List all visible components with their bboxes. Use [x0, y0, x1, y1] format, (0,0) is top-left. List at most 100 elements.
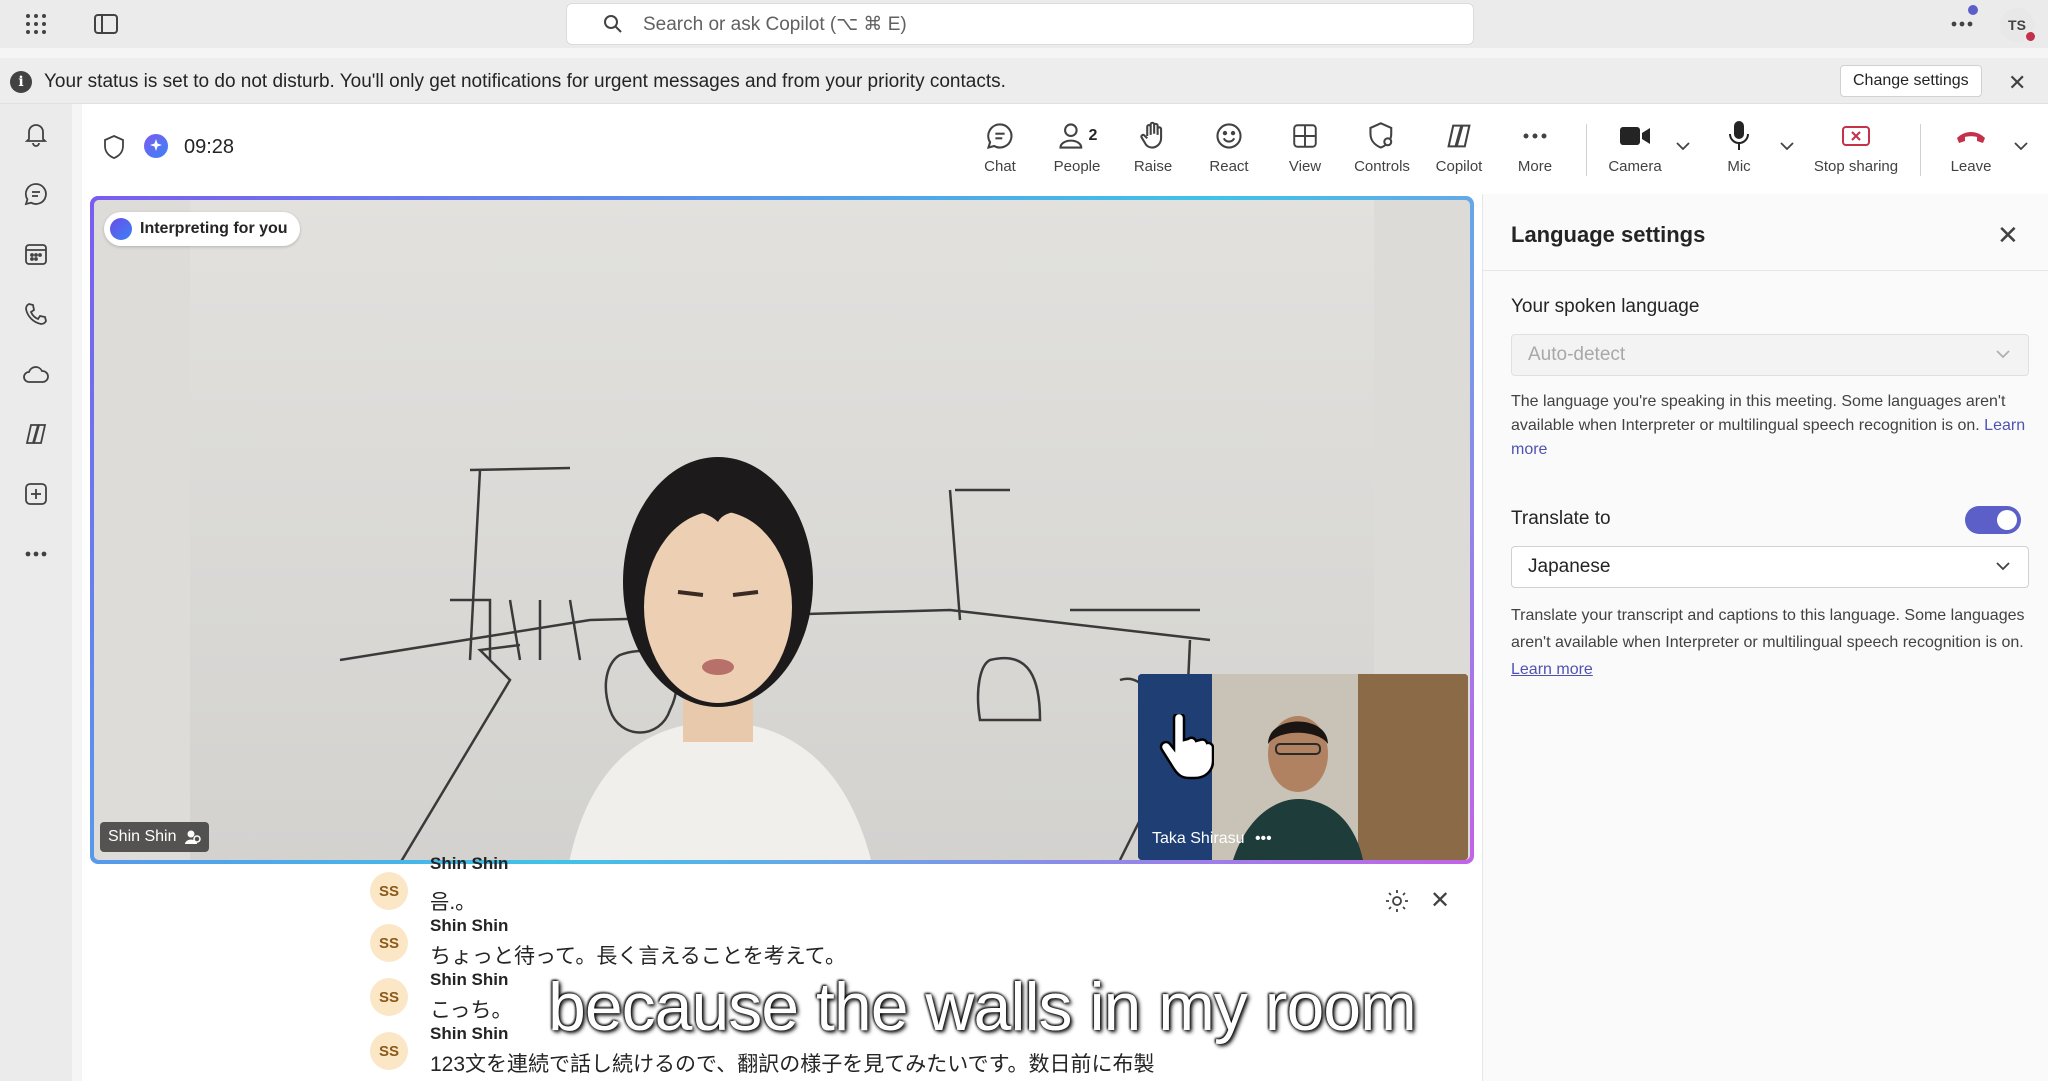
- spoken-language-value: Auto-detect: [1528, 344, 1626, 365]
- meeting-timer: 09:28: [184, 136, 235, 158]
- close-panel-icon[interactable]: ✕: [1997, 220, 2019, 251]
- spoken-language-select[interactable]: Auto-detect: [1511, 334, 2029, 376]
- close-banner-icon[interactable]: ✕: [2008, 70, 2026, 96]
- interpreter-icon[interactable]: [142, 132, 170, 165]
- transcript-avatar: SS: [370, 1032, 408, 1070]
- leave-label: Leave: [1950, 158, 1992, 175]
- chat-label: Chat: [984, 158, 1016, 175]
- stop-sharing-button[interactable]: Stop sharing: [1806, 118, 1906, 175]
- app-launcher-icon[interactable]: [22, 10, 50, 38]
- transcript-text: ちょっと待って。長く言えることを考えて。: [430, 945, 847, 968]
- raise-hand-button[interactable]: Raise: [1116, 118, 1190, 175]
- people-button[interactable]: 2 People: [1040, 118, 1114, 175]
- banner-message: Your status is set to do not disturb. Yo…: [44, 71, 1006, 92]
- react-label: React: [1209, 158, 1249, 175]
- camera-label: Camera: [1608, 158, 1662, 175]
- chevron-down-icon: [1996, 350, 2010, 359]
- main-video-feed[interactable]: Interpreting for you Shin Shin Taka Shir…: [94, 200, 1470, 860]
- pip-video-taka-shirasu[interactable]: Taka Shirasu •••: [1138, 674, 1468, 860]
- interpreter-badge-icon: [110, 218, 132, 240]
- controls-button[interactable]: Controls: [1345, 118, 1419, 175]
- transcript-avatar: SS: [370, 872, 408, 910]
- raise-hand-icon: [1140, 121, 1163, 149]
- video-stage: Interpreting for you Shin Shin Taka Shir…: [90, 196, 1474, 864]
- spoken-language-label: Your spoken language: [1511, 296, 1700, 317]
- transcript-avatar: SS: [370, 924, 408, 962]
- notification-dot: [1968, 5, 1978, 15]
- raise-label: Raise: [1133, 158, 1173, 175]
- search-box[interactable]: Search or ask Copilot (⌥ ⌘ E): [566, 3, 1474, 45]
- chat-bubble-icon: [986, 123, 1013, 150]
- copilot-button[interactable]: Copilot: [1422, 118, 1496, 175]
- transcript-settings-gear-icon[interactable]: [1384, 888, 1410, 919]
- search-input[interactable]: Search or ask Copilot (⌥ ⌘ E): [643, 13, 907, 36]
- learn-more-link-2[interactable]: Learn more: [1511, 661, 1593, 678]
- transcript-avatar: SS: [370, 978, 408, 1016]
- panel-title: Language settings: [1511, 222, 1706, 247]
- smiley-icon: [1216, 123, 1242, 149]
- toggle-knob: [1997, 510, 2017, 530]
- more-apps-icon[interactable]: [22, 540, 50, 568]
- mic-label: Mic: [1727, 158, 1751, 175]
- translate-toggle[interactable]: [1965, 506, 2021, 534]
- people-icon: [1058, 123, 1082, 149]
- status-banner: i Your status is set to do not disturb. …: [0, 58, 2048, 104]
- shield-icon[interactable]: [102, 134, 126, 165]
- interpreting-label: Interpreting for you: [140, 220, 288, 237]
- copilot-app-icon[interactable]: [22, 420, 50, 448]
- camera-options-chevron-icon[interactable]: [1676, 138, 1690, 154]
- people-label: People: [1053, 158, 1101, 175]
- add-apps-icon[interactable]: [22, 480, 50, 508]
- chat-icon[interactable]: [22, 180, 50, 208]
- translate-language-value: Japanese: [1528, 556, 1611, 577]
- camera-button[interactable]: Camera: [1598, 118, 1672, 175]
- copilot-label: Copilot: [1435, 158, 1483, 175]
- pip-participant-nametag: Taka Shirasu •••: [1152, 830, 1272, 848]
- spoken-help-text: The language you're speaking in this mee…: [1511, 393, 2006, 434]
- react-button[interactable]: React: [1192, 118, 1266, 175]
- view-button[interactable]: View: [1268, 118, 1342, 175]
- leave-options-chevron-icon[interactable]: [2014, 138, 2028, 154]
- more-button[interactable]: More: [1498, 118, 1572, 175]
- calls-icon[interactable]: [22, 300, 50, 328]
- more-label: More: [1517, 158, 1553, 175]
- grid-view-icon: [1293, 124, 1317, 148]
- mic-options-chevron-icon[interactable]: [1780, 138, 1794, 154]
- translate-language-select[interactable]: Japanese: [1511, 546, 2029, 588]
- language-settings-panel: Language settings ✕ Your spoken language…: [1482, 194, 2048, 1081]
- activity-bell-icon[interactable]: [22, 120, 50, 148]
- spoken-language-help: The language you're speaking in this mee…: [1511, 390, 2031, 462]
- mic-button[interactable]: Mic: [1702, 118, 1776, 175]
- pip-more-options-icon[interactable]: •••: [1255, 830, 1272, 847]
- change-settings-button[interactable]: Change settings: [1840, 65, 1982, 97]
- people-count: 2: [1088, 127, 1098, 144]
- view-label: View: [1288, 158, 1322, 175]
- translate-to-label: Translate to: [1511, 508, 1611, 529]
- interpreting-badge: Interpreting for you: [104, 212, 300, 246]
- chat-button[interactable]: Chat: [963, 118, 1037, 175]
- close-transcript-icon[interactable]: ✕: [1430, 886, 1450, 915]
- transcript-text: 123文を連続で話し続けるので、翻訳の様子を見てみたいです。数日前に布製: [430, 1053, 1155, 1076]
- dnd-status-dot: [2024, 30, 2037, 43]
- panel-divider: [1483, 270, 2048, 271]
- stop-sharing-label: Stop sharing: [1813, 158, 1899, 175]
- transcript-speaker: Shin Shin: [430, 916, 509, 935]
- controls-label: Controls: [1354, 158, 1410, 175]
- copilot-icon: [1447, 124, 1471, 148]
- participant-shin-shin-video: [569, 457, 871, 860]
- transcript-text: 음.。: [430, 891, 477, 914]
- leave-button[interactable]: Leave: [1934, 118, 2008, 175]
- camera-icon: [1620, 127, 1650, 145]
- transcript-speaker: Shin Shin: [430, 854, 509, 873]
- calendar-icon[interactable]: [22, 240, 50, 268]
- account-avatar[interactable]: TS: [2000, 8, 2037, 43]
- pip-participant-name: Taka Shirasu: [1152, 830, 1245, 847]
- mouse-cursor-hand-icon: [1159, 714, 1214, 780]
- main-participant-nametag: Shin Shin: [100, 822, 209, 852]
- onedrive-cloud-icon[interactable]: [22, 360, 50, 388]
- toolbar-separator: [1586, 124, 1587, 176]
- sidebar-toggle-icon[interactable]: [92, 10, 120, 38]
- translate-help-text: Translate your transcript and captions t…: [1511, 607, 2025, 651]
- avatar-initials: TS: [2008, 17, 2026, 33]
- left-rail: [0, 104, 72, 1081]
